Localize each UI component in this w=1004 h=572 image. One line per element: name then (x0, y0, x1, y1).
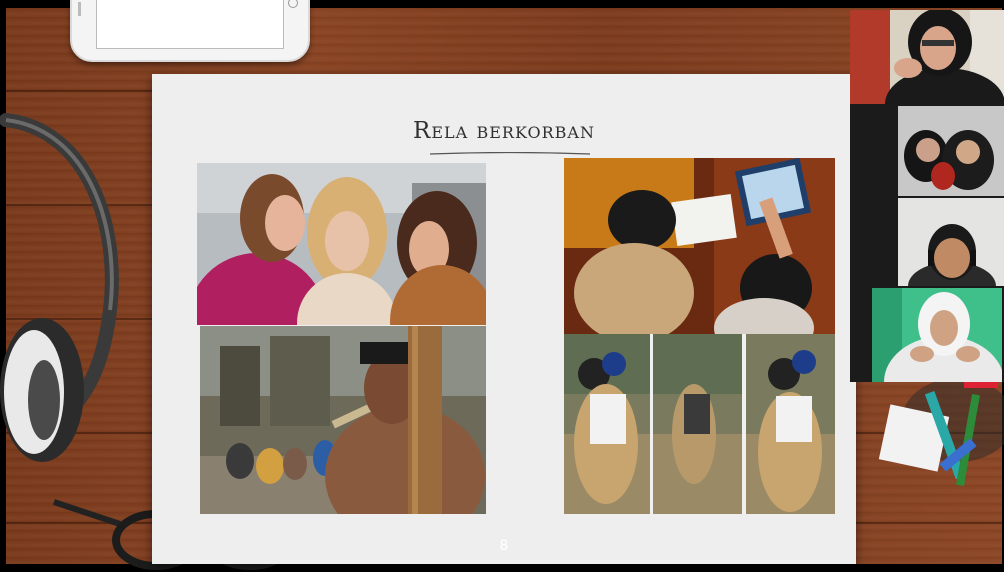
photo-students-piggyback (564, 334, 835, 514)
presentation-slide: Rela berkorban 8 (152, 74, 856, 564)
headphones-decoration (0, 113, 119, 462)
participant-tile-1[interactable] (850, 10, 1004, 104)
photo-children-computer (564, 158, 835, 334)
photo-man-carrying-pole (200, 326, 486, 514)
slide-page-number: 8 (499, 538, 509, 554)
participant-tile-4[interactable] (872, 288, 1002, 382)
participant-tile-2[interactable] (898, 106, 1004, 196)
participant-tile-3[interactable] (898, 198, 1004, 286)
slide-title: Rela berkorban (413, 118, 595, 144)
pen-holder-decoration (878, 380, 1004, 486)
title-underline (430, 152, 590, 155)
participant-video-panel (850, 10, 1004, 382)
phone-decoration (70, 0, 310, 62)
screen-share-view: Rela berkorban 8 (0, 0, 1004, 572)
photo-women-comforting (197, 163, 486, 325)
